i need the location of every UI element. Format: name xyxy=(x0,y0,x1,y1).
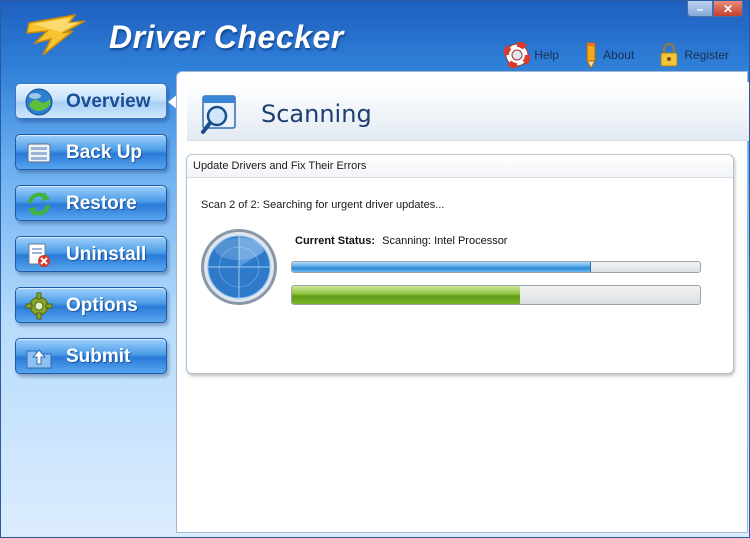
sidebar-item-uninstall[interactable]: Uninstall xyxy=(15,236,167,272)
sidebar-item-restore[interactable]: Restore xyxy=(15,185,167,221)
sidebar-item-back-up[interactable]: Back Up xyxy=(15,134,167,170)
lifebuoy-icon xyxy=(504,42,531,68)
group-title: Update Drivers and Fix Their Errors xyxy=(193,160,367,172)
main-panel: Scanning Update Drivers and Fix Their Er… xyxy=(176,71,749,533)
folder-upload-icon xyxy=(26,349,52,369)
backup-icon xyxy=(27,143,51,163)
item-progress-bar xyxy=(291,261,701,273)
status-value: Scanning: Intel Processor xyxy=(382,235,508,247)
group-header: Update Drivers and Fix Their Errors xyxy=(187,155,733,178)
overall-progress-fill xyxy=(292,286,521,304)
pencil-icon xyxy=(586,42,596,69)
gear-icon xyxy=(25,292,53,320)
register-link[interactable]: Register xyxy=(658,42,729,68)
window-controls: – ✕ xyxy=(687,1,743,17)
radar-scan-icon xyxy=(201,229,277,305)
top-links: Help About Register xyxy=(504,41,729,69)
sidebar: Overview Back Up Restore Uninstall Optio… xyxy=(15,83,178,389)
sidebar-item-label: Overview xyxy=(66,91,151,112)
current-status: Current Status: Scanning: Intel Processo… xyxy=(295,235,507,247)
scan-step-text: Scan 2 of 2: Searching for urgent driver… xyxy=(201,199,445,211)
app-window: Driver Checker – ✕ Help About Register O… xyxy=(0,0,750,538)
restore-arrows-icon xyxy=(28,192,50,216)
sidebar-item-submit[interactable]: Submit xyxy=(15,338,167,374)
sidebar-item-label: Uninstall xyxy=(66,244,147,265)
lightning-logo-icon xyxy=(26,13,86,56)
title-bar: Scanning xyxy=(187,82,749,141)
sidebar-item-label: Restore xyxy=(66,193,137,214)
about-label: About xyxy=(602,48,635,62)
sidebar-item-options[interactable]: Options xyxy=(15,287,167,323)
globe-icon xyxy=(25,88,53,116)
sidebar-item-overview[interactable]: Overview xyxy=(15,83,178,119)
sidebar-item-label: Back Up xyxy=(66,142,143,163)
magnifier-window-icon xyxy=(201,95,236,134)
minimize-button[interactable]: – xyxy=(687,1,713,17)
scan-group: Update Drivers and Fix Their Errors Scan… xyxy=(186,154,734,374)
page-title: Scanning xyxy=(261,100,372,128)
header: Driver Checker – ✕ Help About Register xyxy=(1,1,749,79)
sidebar-item-label: Options xyxy=(66,295,138,316)
status-label: Current Status: xyxy=(295,235,376,247)
register-label: Register xyxy=(684,48,729,62)
app-title: Driver Checker xyxy=(109,19,344,55)
uninstall-icon xyxy=(28,243,50,267)
overall-progress-bar xyxy=(291,285,701,305)
about-link[interactable]: About xyxy=(583,41,634,69)
item-progress-fill xyxy=(292,262,591,272)
help-label: Help xyxy=(534,48,559,62)
help-link[interactable]: Help xyxy=(504,42,559,68)
close-button[interactable]: ✕ xyxy=(713,1,743,17)
sidebar-item-label: Submit xyxy=(66,346,131,367)
lock-icon xyxy=(660,42,678,67)
